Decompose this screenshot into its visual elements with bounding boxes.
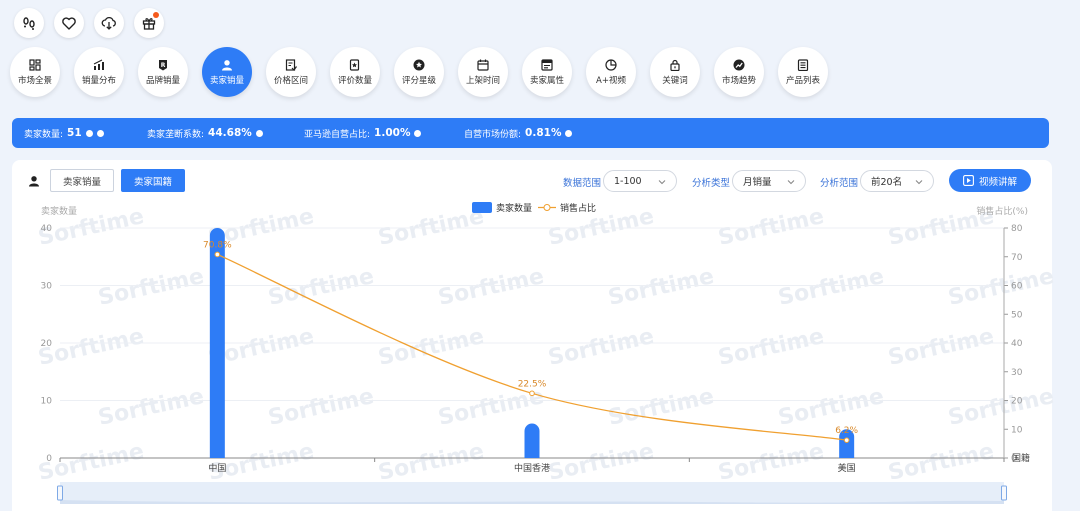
- nav-label: 关键词: [662, 75, 688, 86]
- nav-seller-attributes[interactable]: 卖家属性: [522, 47, 572, 97]
- nav-seller-sales[interactable]: 卖家销量: [202, 47, 252, 97]
- bar-chart-icon: [93, 59, 104, 70]
- nav-label: 评价数量: [337, 75, 372, 86]
- nav-label: 卖家属性: [529, 75, 564, 86]
- select-value: 月销量: [743, 177, 772, 188]
- price-icon: [285, 58, 297, 71]
- info-icon[interactable]: [96, 129, 104, 137]
- video-icon: [605, 58, 617, 71]
- seller-icon: [29, 176, 39, 187]
- chevron-down-icon: [658, 180, 666, 185]
- footprints-icon[interactable]: [14, 8, 44, 38]
- stat-value: 0.81%: [525, 127, 562, 139]
- nav-market-trend[interactable]: 市场趋势: [714, 47, 764, 97]
- nav-listing-time[interactable]: 上架时间: [458, 47, 508, 97]
- gift-icon[interactable]: [134, 8, 164, 38]
- review-icon: [349, 58, 360, 71]
- tab-seller-nationality[interactable]: 卖家国籍: [121, 169, 185, 192]
- analysis-type-label: 分析类型: [692, 178, 731, 189]
- select-value: 前20名: [871, 177, 903, 188]
- nav-brand-sales[interactable]: R 品牌销量: [138, 47, 188, 97]
- analysis-type-select[interactable]: 月销量: [732, 170, 806, 192]
- lock-icon: [670, 59, 680, 71]
- brand-icon: R: [159, 59, 167, 70]
- stat-self-share: 自营市场份额: 0.81%: [464, 127, 573, 140]
- stat-value: 51: [67, 127, 82, 139]
- info-icon[interactable]: [565, 129, 573, 137]
- nav-label: 市场趋势: [721, 75, 756, 86]
- nav-keywords[interactable]: 关键词: [650, 47, 700, 97]
- stat-label: 卖家垄断系数:: [147, 129, 205, 140]
- stat-amazon-share: 亚马逊自营占比: 1.00%: [304, 127, 422, 140]
- analysis-range-select[interactable]: 前20名: [860, 170, 934, 192]
- info-icon[interactable]: [255, 129, 263, 137]
- chevron-down-icon: [787, 180, 795, 185]
- nav-price-range[interactable]: 价格区间: [266, 47, 316, 97]
- data-range-label: 数据范围: [563, 178, 602, 189]
- stat-value: 1.00%: [374, 127, 411, 139]
- stat-value: 44.68%: [208, 127, 252, 139]
- analysis-nav: 市场全景 销量分布 R 品牌销量 卖家销量 价格区间 评价数量 评分星级 上架时…: [10, 47, 828, 97]
- nav-label: 价格区间: [273, 75, 308, 86]
- nav-label: 市场全景: [17, 75, 52, 86]
- nav-label: 评分星级: [401, 75, 436, 86]
- svg-text:R: R: [161, 62, 166, 69]
- stat-label: 卖家数量:: [24, 129, 64, 140]
- stat-seller-count: 卖家数量: 51: [24, 127, 104, 140]
- star-icon: [413, 59, 425, 70]
- select-value: 1-100: [614, 175, 642, 187]
- grid-icon: [29, 58, 41, 71]
- tab-seller-sales[interactable]: 卖家销量: [50, 169, 114, 192]
- video-button-label: 视频讲解: [978, 176, 1017, 188]
- stat-label: 自营市场份额:: [464, 129, 522, 140]
- nav-label: 品牌销量: [145, 75, 180, 86]
- stat-monopoly: 卖家垄断系数: 44.68%: [147, 127, 263, 140]
- list-icon: [797, 58, 809, 71]
- nav-label: 上架时间: [465, 75, 500, 86]
- info-icon[interactable]: [414, 129, 422, 137]
- attribute-icon: [541, 58, 553, 71]
- nav-label: A+视频: [596, 75, 626, 86]
- nav-label: 产品列表: [785, 75, 820, 86]
- play-icon: [963, 175, 974, 186]
- nav-aplus-video[interactable]: A+视频: [586, 47, 636, 97]
- nav-market-overview[interactable]: 市场全景: [10, 47, 60, 97]
- nav-review-count[interactable]: 评价数量: [330, 47, 380, 97]
- nav-label: 卖家销量: [209, 75, 244, 86]
- video-tutorial-button[interactable]: 视频讲解: [949, 169, 1031, 192]
- calendar-icon: [477, 59, 489, 71]
- data-range-select[interactable]: 1-100: [603, 170, 677, 192]
- summary-stats-bar: 卖家数量: 51 卖家垄断系数: 44.68% 亚马逊自营占比: 1.00% 自…: [12, 118, 1049, 148]
- info-icon[interactable]: [85, 129, 93, 137]
- cloud-download-icon[interactable]: [94, 8, 124, 38]
- stat-label: 亚马逊自营占比:: [304, 129, 371, 140]
- nav-product-list[interactable]: 产品列表: [778, 47, 828, 97]
- nav-star-rating[interactable]: 评分星级: [394, 47, 444, 97]
- heart-icon[interactable]: [54, 8, 84, 38]
- notification-dot: [153, 12, 159, 18]
- top-toolbar: [14, 8, 164, 38]
- chevron-down-icon: [915, 180, 923, 185]
- seller-icon: [222, 59, 232, 70]
- analysis-range-label: 分析范围: [820, 178, 859, 189]
- nav-label: 销量分布: [81, 75, 116, 86]
- chart-panel: 卖家销量 卖家国籍 数据范围 1-100 分析类型 月销量 分析范围 前20名 …: [12, 160, 1052, 511]
- trend-icon: [733, 59, 745, 70]
- nav-sales-distribution[interactable]: 销量分布: [74, 47, 124, 97]
